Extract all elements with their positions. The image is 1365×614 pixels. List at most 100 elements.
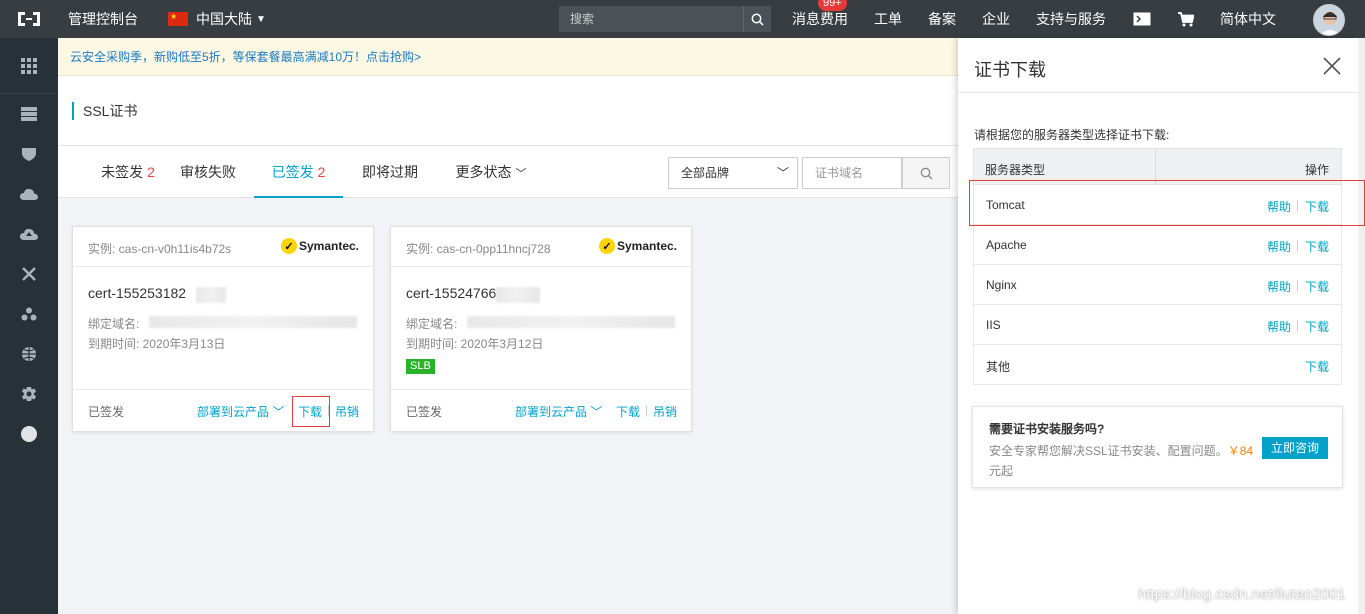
brand-select[interactable]: 全部品牌 ﹀ <box>668 157 798 189</box>
cert-name: cert-15524766 <box>406 285 497 301</box>
install-service-promo: 需要证书安装服务吗? 安全专家帮您解决SSL证书安装、配置问题。￥84 元起 立… <box>972 406 1343 488</box>
help-link[interactable]: 帮助 <box>1267 278 1291 295</box>
chevron-down-icon: ﹀ <box>272 405 285 419</box>
download-link[interactable]: 下载 <box>1305 238 1329 255</box>
chevron-down-icon: ﹀ <box>515 168 527 180</box>
cert-card: 实例: cas-cn-0pp11hncj728 ✓ Symantec. cert-… <box>390 226 692 432</box>
tab-unissued-count: 2 <box>147 164 155 180</box>
revoke-button[interactable]: 吊销 <box>335 403 359 420</box>
close-icon[interactable] <box>1322 56 1342 76</box>
cert-card-body: cert-155253182 绑定域名: 到期时间: 2020年3月13日 <box>73 267 373 389</box>
download-link[interactable]: 下载 <box>1305 318 1329 335</box>
nav-language[interactable]: 简体中文 <box>1220 9 1276 29</box>
cloud-icon[interactable] <box>0 174 58 214</box>
separator: | <box>1295 318 1299 332</box>
deploy-button[interactable]: 部署到云产品 ﹀ <box>197 403 284 420</box>
search-icon <box>920 167 932 179</box>
network-icon[interactable] <box>0 254 58 294</box>
globe-icon[interactable] <box>0 334 58 374</box>
gear-icon[interactable] <box>0 374 58 414</box>
nav-messages-label: 消息 <box>792 11 820 27</box>
main-content: 云安全采购季，新购低至5折，等保套餐最高满减10万！点击抢购> SSL证书 未签… <box>58 38 958 614</box>
download-link[interactable]: 下载 <box>1305 278 1329 295</box>
table-row: IIS 帮助 | 下载 <box>973 305 1342 345</box>
console-title[interactable]: 管理控制台 <box>68 9 138 29</box>
table-row: 其他 下载 <box>973 345 1342 385</box>
expire-date: 到期时间: 2020年3月13日 <box>88 337 226 351</box>
domain-search-button[interactable] <box>902 157 950 189</box>
tab-issued[interactable]: 已签发 2 <box>254 146 343 198</box>
nav-billing[interactable]: 费用 <box>820 9 848 29</box>
nav-messages[interactable]: 消息 99+ <box>792 0 847 29</box>
instance-id: 实例: cas-cn-0pp11hncj728 <box>406 242 551 256</box>
tab-expiring-label: 即将过期 <box>362 164 418 180</box>
cert-name: cert-155253182 <box>88 285 187 301</box>
watermark: https://blog.csdn.net/liutao2001 <box>1138 586 1346 603</box>
promo-unit: 元起 <box>989 464 1014 478</box>
page-title: SSL证书 <box>72 102 137 120</box>
table-row: Nginx 帮助 | 下载 <box>973 265 1342 305</box>
grid-icon[interactable] <box>0 38 58 94</box>
china-flag-icon <box>168 12 188 26</box>
server-icon[interactable] <box>0 94 58 134</box>
user-avatar[interactable] <box>1313 4 1345 36</box>
tab-issued-count: 2 <box>317 164 326 180</box>
separator: | <box>1295 238 1299 252</box>
cloud-upload-icon[interactable] <box>0 214 58 254</box>
redacted-block <box>149 316 357 328</box>
nav-tickets[interactable]: 工单 <box>874 9 902 29</box>
expire-date: 到期时间: 2020年3月12日 <box>406 337 544 351</box>
redacted-block <box>196 287 226 303</box>
consult-button[interactable]: 立即咨询 <box>1262 437 1328 459</box>
nav-enterprise[interactable]: 企业 <box>982 9 1010 29</box>
promo-price: ￥84 <box>1227 444 1254 458</box>
drawer-header: 证书下载 <box>958 38 1358 93</box>
col-action: 操作 <box>1304 163 1329 177</box>
tab-unissued-label: 未签发 <box>101 164 144 180</box>
redacted-block <box>467 316 675 328</box>
nav-support[interactable]: 支持与服务 <box>1036 9 1106 29</box>
download-link[interactable]: 下载 <box>1305 358 1329 375</box>
help-link[interactable]: 帮助 <box>1267 238 1291 255</box>
page-header: SSL证书 <box>58 76 958 146</box>
global-search-input[interactable] <box>559 6 743 32</box>
tab-review-failed[interactable]: 审核失败 <box>172 146 244 198</box>
promo-banner[interactable]: 云安全采购季，新购低至5折，等保套餐最高满减10万！点击抢购> <box>58 38 958 76</box>
deploy-button[interactable]: 部署到云产品 ﹀ <box>515 403 602 420</box>
tab-unissued[interactable]: 未签发 2 <box>78 146 178 198</box>
revoke-button[interactable]: 吊销 <box>653 403 677 420</box>
tab-more-status-label: 更多状态 <box>455 164 512 180</box>
aliyun-logo-icon[interactable] <box>0 0 58 38</box>
domain-search-input[interactable] <box>802 157 902 189</box>
check-icon: ✓ <box>598 238 615 254</box>
deploy-label: 部署到云产品 <box>197 405 270 419</box>
tab-more-status[interactable]: 更多状态 ﹀ <box>446 146 536 198</box>
highlight-box-download <box>292 396 330 427</box>
terminal-icon[interactable] <box>1132 9 1152 29</box>
bound-domain-label: 绑定域名: <box>406 317 458 331</box>
search-icon[interactable] <box>743 6 771 32</box>
cluster-icon[interactable] <box>0 294 58 334</box>
highlight-box-tomcat <box>969 180 1365 226</box>
top-nav-links: 消息 99+ 费用 工单 备案 企业 支持与服务 简体中文 <box>792 0 1302 38</box>
scrollbar[interactable] <box>1358 38 1365 614</box>
cert-card-header: 实例: cas-cn-0pp11hncj728 ✓ Symantec. <box>391 227 691 267</box>
region-selector[interactable]: 中国大陆 ▼ <box>168 9 266 29</box>
drawer-title: 证书下载 <box>974 60 1046 80</box>
circle-icon[interactable] <box>0 414 58 454</box>
shield-icon[interactable] <box>0 134 58 174</box>
cart-icon[interactable] <box>1176 9 1196 29</box>
symantec-logo: ✓ Symantec. <box>598 238 677 254</box>
bound-domain-label: 绑定域名: <box>88 317 140 331</box>
region-label: 中国大陆 <box>196 11 252 27</box>
tab-expiring[interactable]: 即将过期 <box>354 146 426 198</box>
download-button[interactable]: 下载 <box>616 403 640 420</box>
instance-id: 实例: cas-cn-v0h11is4b72s <box>88 242 232 256</box>
cert-card-body: cert-15524766 绑定域名: 到期时间: 2020年3月12日 SLB <box>391 267 691 389</box>
nav-icp[interactable]: 备案 <box>928 9 956 29</box>
col-server-type: 服务器类型 <box>985 163 1046 177</box>
tab-review-failed-label: 审核失败 <box>180 164 236 180</box>
table-row: Apache 帮助 | 下载 <box>973 225 1342 265</box>
help-link[interactable]: 帮助 <box>1267 318 1291 335</box>
drawer-hint: 请根据您的服务器类型选择证书下载: <box>974 128 1170 142</box>
